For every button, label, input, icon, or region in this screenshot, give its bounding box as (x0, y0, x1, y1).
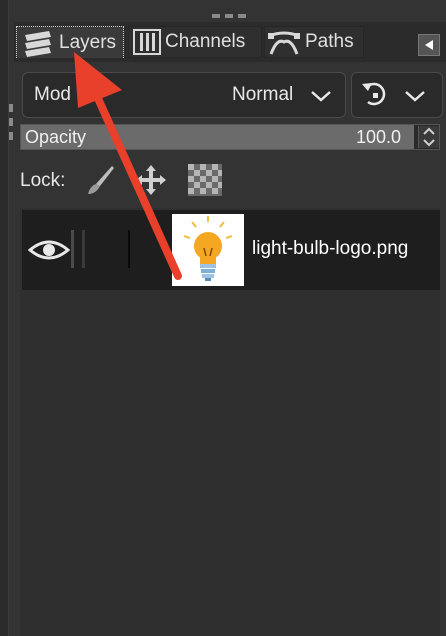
undo-reset-icon[interactable] (360, 80, 390, 110)
tab-layers[interactable]: Layers (16, 26, 124, 58)
lock-label: Lock: (20, 170, 66, 191)
eye-visibility-icon[interactable] (28, 236, 70, 264)
tab-layers-label: Layers (59, 31, 117, 53)
paths-icon (268, 31, 300, 55)
drag-handle-icon[interactable] (212, 14, 252, 20)
chevron-down-icon[interactable] (310, 89, 332, 103)
tab-channels-label: Channels (165, 31, 246, 52)
mode-value[interactable]: Normal (232, 84, 293, 106)
chain-link-toggle[interactable] (71, 230, 74, 268)
row-separator (128, 230, 130, 268)
dock-tab-bar: Layers Channels Paths (14, 22, 446, 62)
row-separator (82, 230, 85, 268)
triangle-left-icon (425, 40, 433, 50)
channels-icon (133, 29, 161, 55)
tab-paths-label: Paths (305, 31, 354, 52)
tab-menu-button[interactable] (418, 34, 440, 56)
layer-thumbnail[interactable] (172, 214, 244, 286)
chevron-down-icon[interactable] (404, 89, 426, 103)
left-dock-strip (0, 0, 9, 636)
light-bulb-icon (183, 216, 233, 281)
tab-paths[interactable]: Paths (264, 26, 364, 58)
opacity-value[interactable]: 100.0 (356, 127, 401, 148)
lock-pixels-brush-icon[interactable] (84, 164, 116, 196)
lock-alpha-checker-icon[interactable] (188, 164, 222, 196)
spin-arrows-icon (423, 127, 435, 147)
mode-label: Mod (34, 84, 71, 105)
side-drag-handle-icon[interactable] (9, 104, 15, 144)
layer-name[interactable]: light-bulb-logo.png (252, 238, 408, 260)
tab-channels[interactable]: Channels (128, 26, 262, 58)
layers-icon (25, 30, 51, 57)
opacity-spinner[interactable] (418, 126, 439, 148)
opacity-label: Opacity (25, 127, 87, 147)
lock-position-move-icon[interactable] (134, 163, 168, 197)
